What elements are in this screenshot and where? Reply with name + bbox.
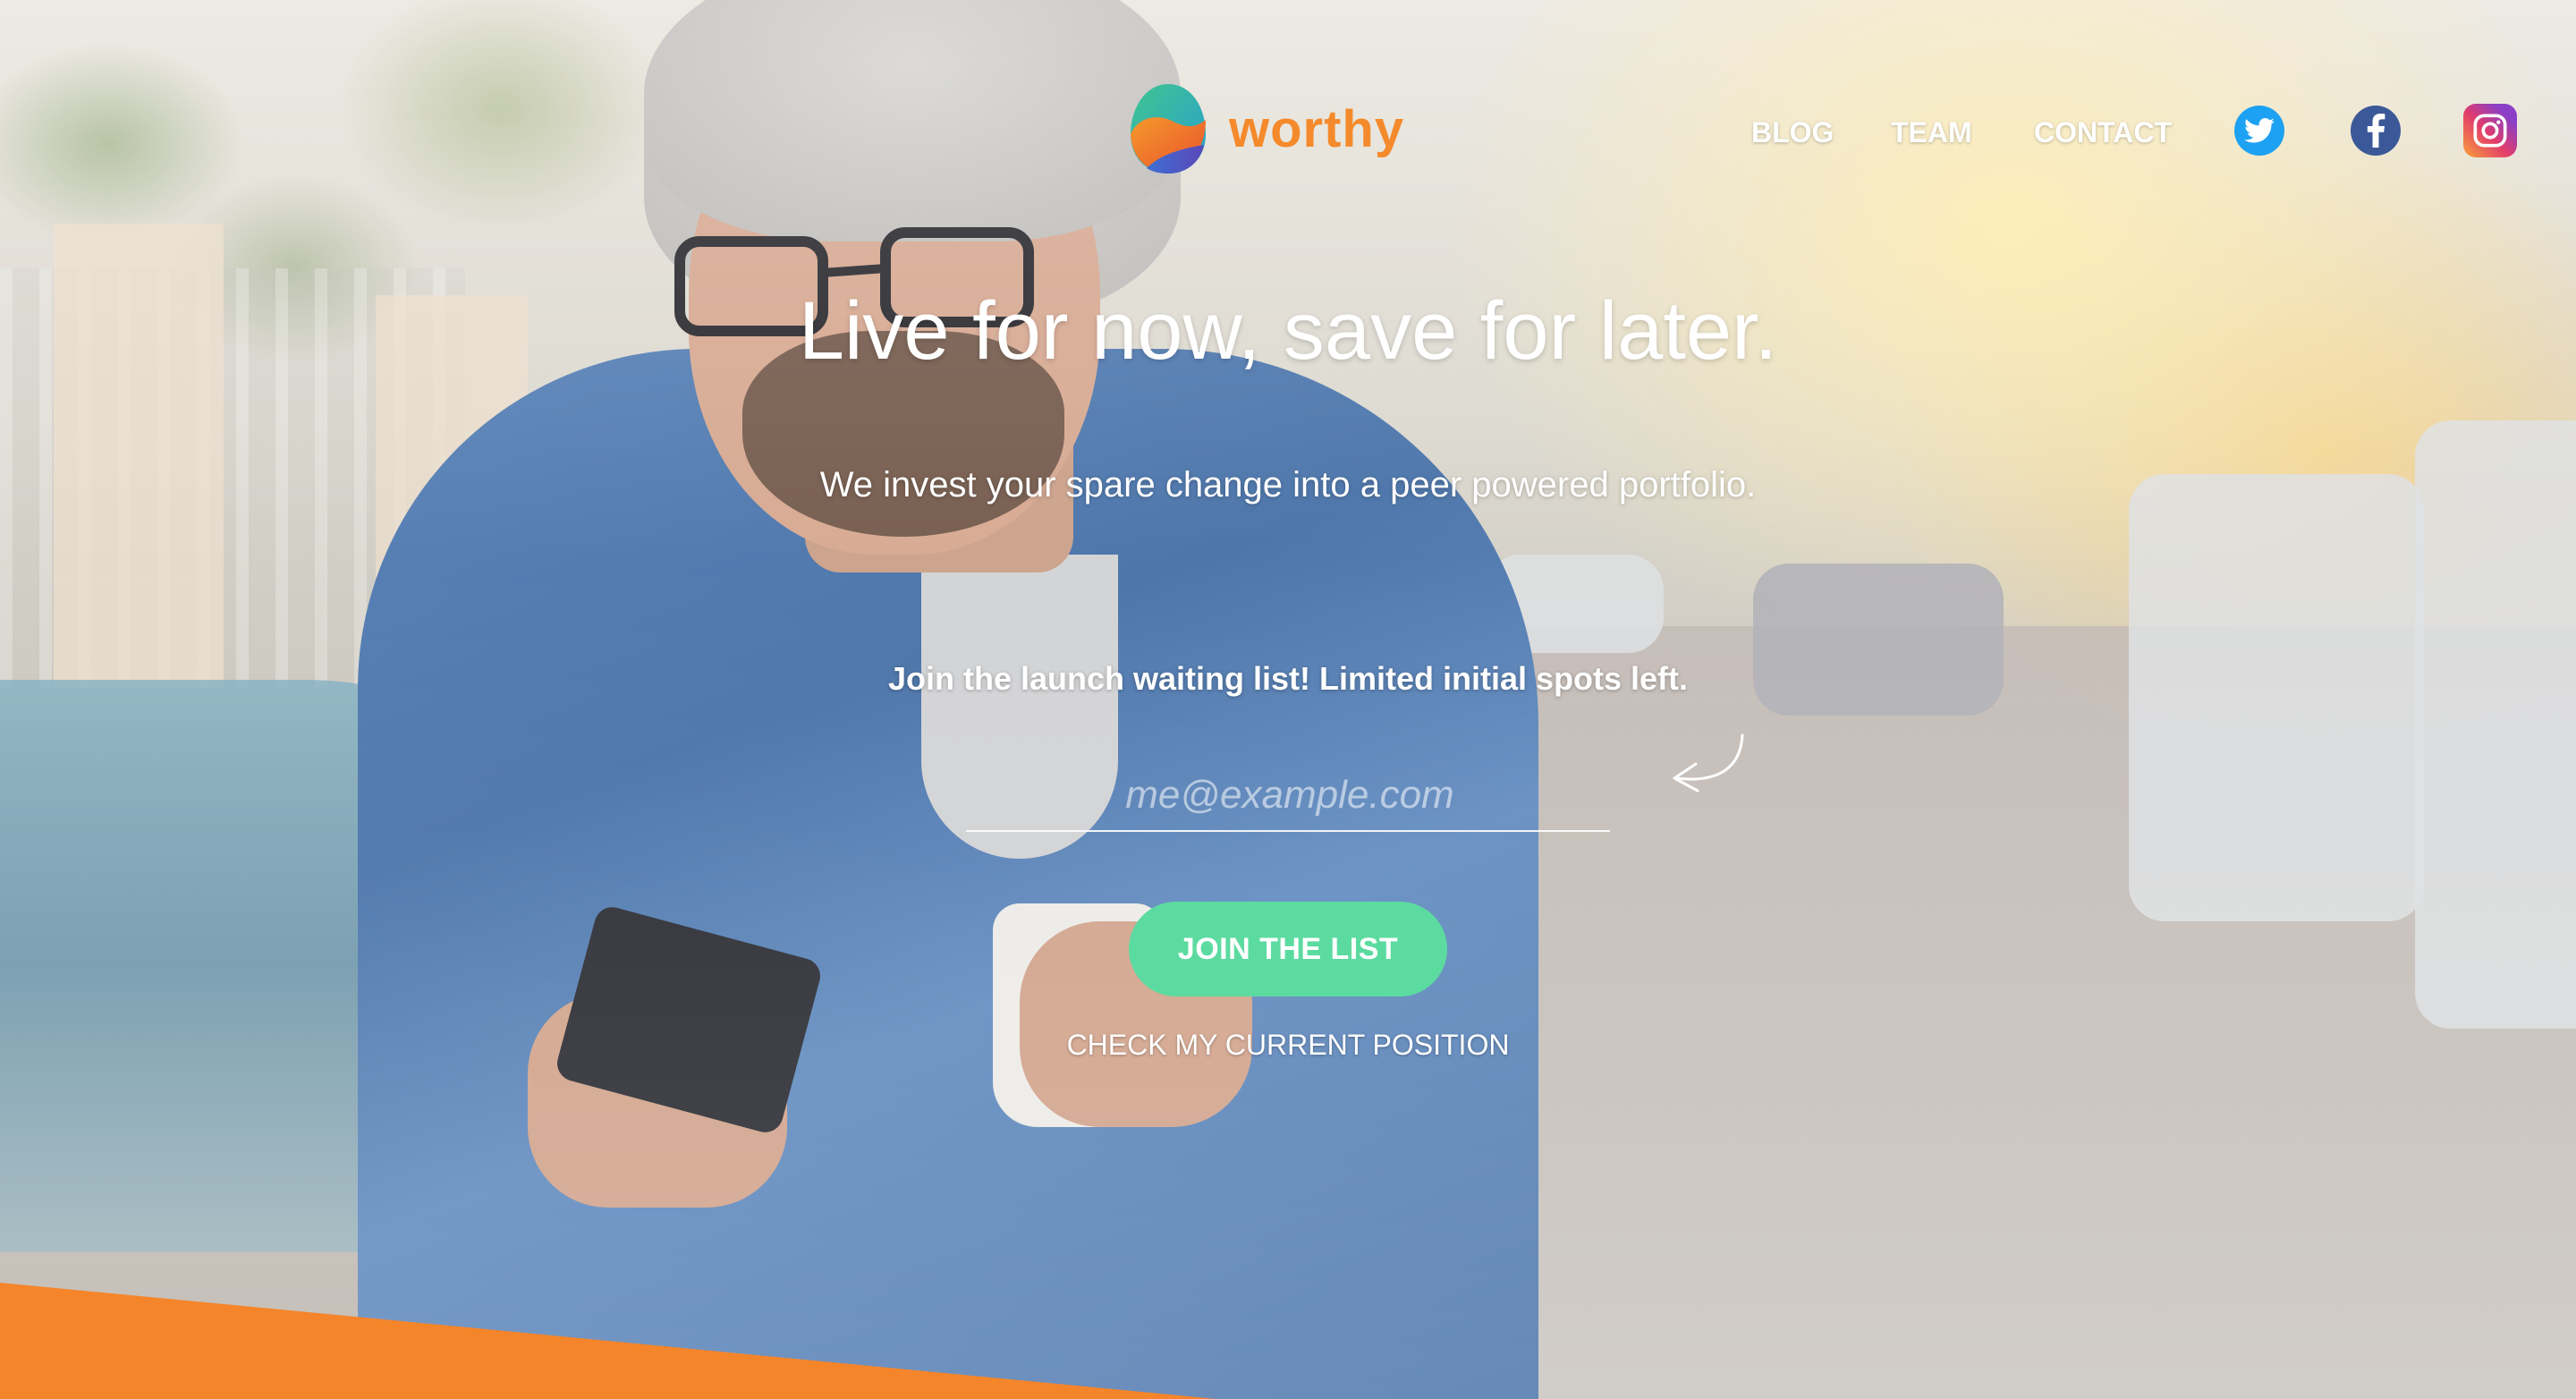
- check-position-link[interactable]: CHECK MY CURRENT POSITION: [0, 1029, 2576, 1062]
- facebook-link[interactable]: [2351, 106, 2401, 156]
- brand-name: worthy: [1229, 99, 1405, 158]
- twitter-link[interactable]: [2234, 106, 2284, 156]
- instagram-link[interactable]: [2463, 104, 2517, 157]
- nav-contact[interactable]: CONTACT: [2034, 116, 2172, 149]
- email-input[interactable]: [966, 759, 1614, 832]
- twitter-icon: [2244, 118, 2275, 143]
- instagram-icon: [2473, 114, 2507, 148]
- nav-team[interactable]: TEAM: [1891, 116, 1972, 149]
- nav-blog[interactable]: BLOG: [1751, 116, 1834, 149]
- waitlist-text: Join the launch waiting list! Limited in…: [887, 660, 1689, 697]
- hero-subhead: We invest your spare change into a peer …: [819, 465, 1757, 504]
- curved-arrow-icon: [1673, 733, 1744, 793]
- worthy-logo-icon: [1131, 84, 1206, 174]
- site-header: worthy BLOG TEAM CONTACT: [0, 0, 2576, 268]
- brand-logo[interactable]: worthy: [1129, 82, 1404, 175]
- email-field-wrapper: [966, 759, 1614, 832]
- join-list-button[interactable]: JOIN THE LIST: [1129, 902, 1447, 996]
- hero-headline: Live for now, save for later.: [798, 285, 1778, 377]
- facebook-icon: [2367, 114, 2385, 148]
